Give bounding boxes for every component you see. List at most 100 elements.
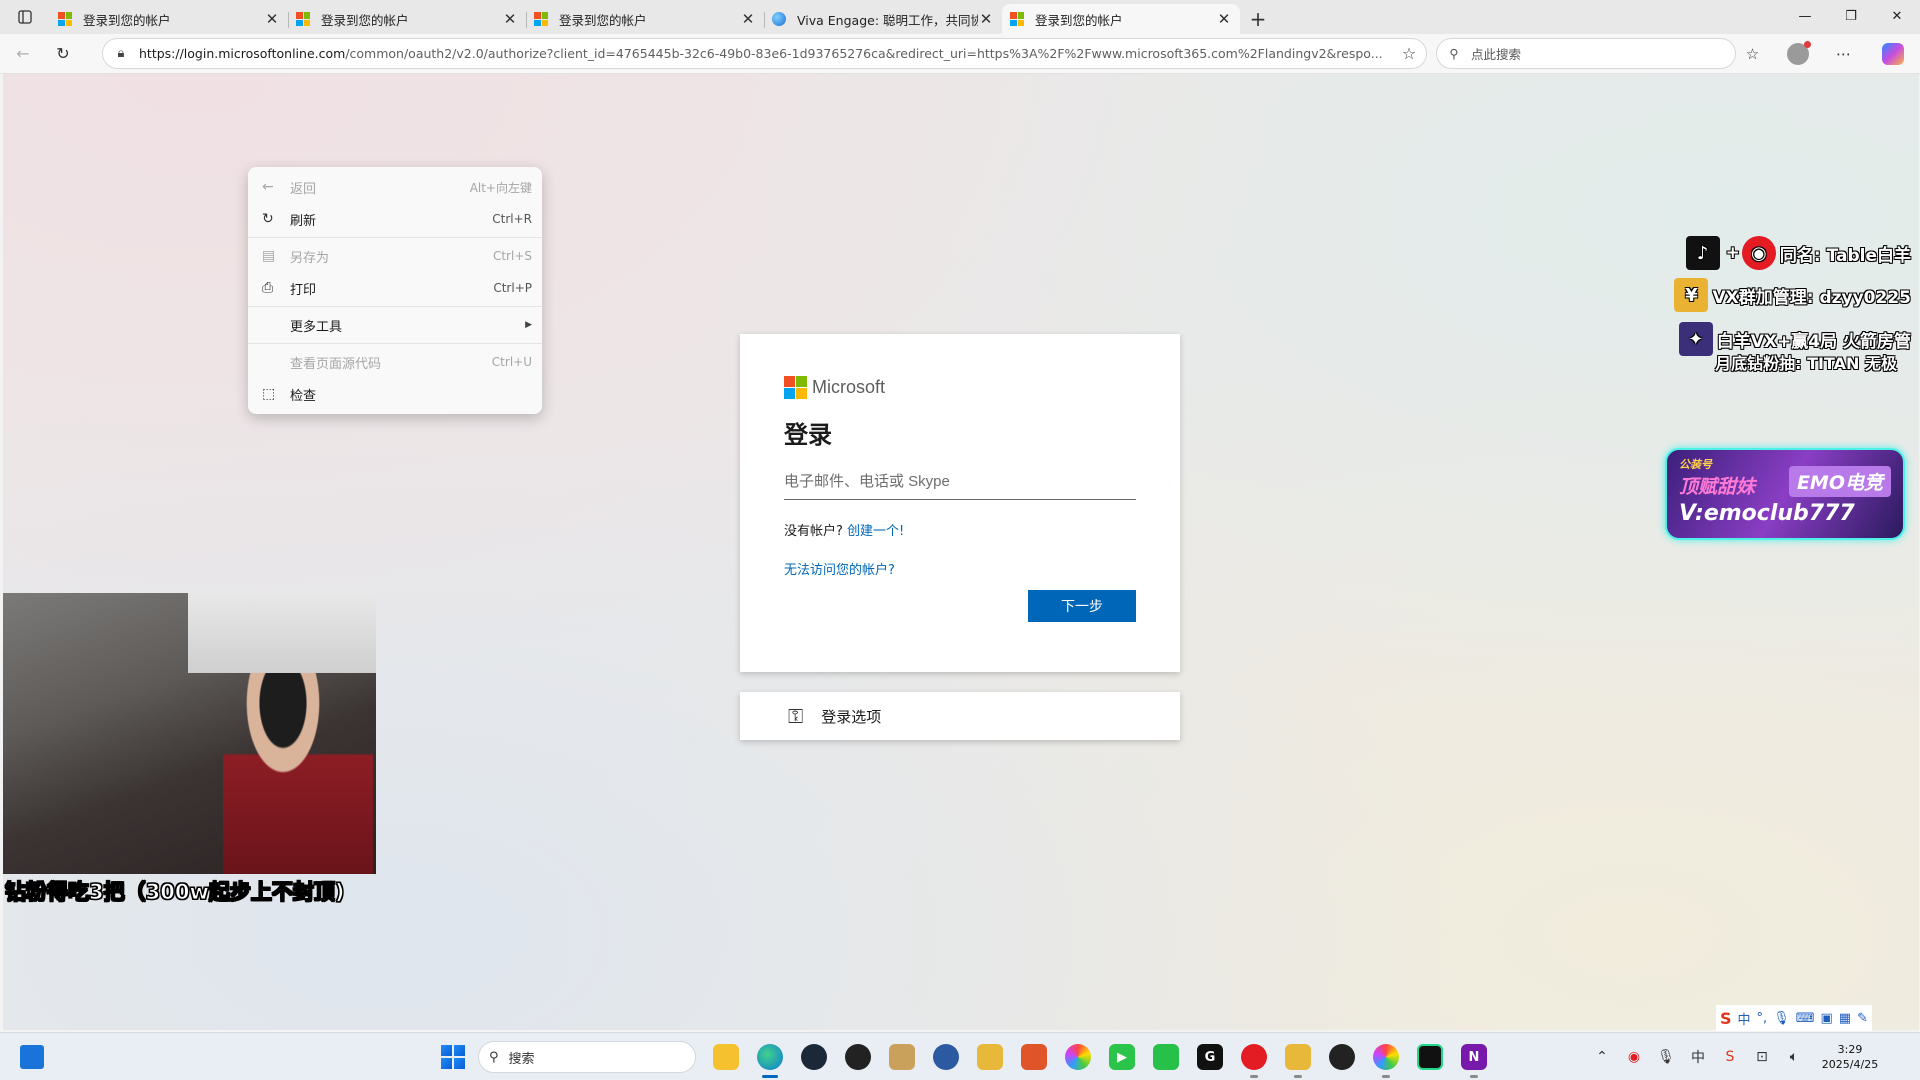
menu-item-refresh[interactable]: ↻ 刷新 Ctrl+R — [248, 203, 542, 235]
browser-tab[interactable]: 登录到您的帐户 ✕ — [526, 4, 764, 34]
microphone-icon[interactable]: 🎙︎ — [1650, 1049, 1682, 1065]
qq-icon[interactable] — [836, 1041, 880, 1073]
context-menu: ← 返回 Alt+向左键 ↻ 刷新 Ctrl+R ▤ 另存为 Ctrl+S ⎙ … — [248, 167, 542, 414]
browser-tab[interactable]: 登录到您的帐户 ✕ — [288, 4, 526, 34]
back-arrow-icon[interactable]: ← — [6, 38, 40, 70]
onenote-icon[interactable]: N — [1452, 1041, 1496, 1078]
login-card: Microsoft 登录 没有帐户? 创建一个! 无法访问您的帐户? 下一步 — [740, 334, 1180, 672]
menu-divider — [248, 306, 542, 307]
edge-icon[interactable] — [748, 1041, 792, 1078]
tab-close-icon[interactable]: ✕ — [978, 10, 994, 28]
profile-avatar-icon[interactable] — [1787, 40, 1811, 65]
menu-item-inspect[interactable]: ⬚ 检查 — [248, 378, 542, 410]
cant-access-link[interactable]: 无法访问您的帐户? — [784, 563, 895, 578]
save-as-icon: ▤ — [262, 248, 276, 264]
toolbar-right: ☆ ⋯ — [1730, 38, 1920, 69]
volume-icon[interactable]: 🔈︎ — [1778, 1049, 1810, 1065]
punctuation-icon[interactable]: °, — [1757, 1011, 1768, 1026]
widgets-icon[interactable] — [20, 1045, 44, 1069]
close-window-icon[interactable]: ✕ — [1874, 0, 1920, 32]
microsoft-logo: Microsoft — [784, 376, 1136, 399]
tab-close-icon[interactable]: ✕ — [264, 10, 280, 28]
lock-app-icon[interactable] — [880, 1041, 924, 1073]
tab-title: 登录到您的帐户 — [83, 12, 171, 28]
browser-tab[interactable]: Viva Engage: 聪明工作，共同协作 ✕ — [764, 4, 1002, 34]
url-text[interactable]: https://login.microsoftonline.com/common… — [139, 46, 1392, 61]
tab-title: Viva Engage: 聪明工作，共同协作 — [797, 12, 978, 28]
menu-item-print[interactable]: ⎙ 打印 Ctrl+P — [248, 272, 542, 304]
emo-esports-banner: 公装号 顶赋甜妹 EMO电竞 V:emoclub777 — [1665, 448, 1905, 540]
sogou-icon[interactable]: S — [1720, 1009, 1732, 1028]
start-button[interactable] — [441, 1045, 465, 1069]
viva-engage-icon — [772, 12, 786, 26]
refresh-icon[interactable]: ↻ — [46, 38, 80, 70]
g-app-icon[interactable]: G — [1188, 1041, 1232, 1073]
sogou-icon[interactable]: S — [1714, 1049, 1746, 1065]
apps-grid-icon[interactable]: ▦ — [1839, 1011, 1851, 1026]
microsoft-icon — [296, 12, 310, 26]
address-bar[interactable]: 🔒︎ https://login.microsoftonline.com/com… — [102, 38, 1427, 69]
netease-music-icon[interactable] — [1232, 1041, 1276, 1078]
menu-item-view-source[interactable]: 查看页面源代码 Ctrl+U — [248, 346, 542, 378]
tab-actions-icon[interactable] — [0, 0, 50, 34]
netease-music-icon[interactable]: ◉ — [1618, 1049, 1650, 1065]
menu-item-back[interactable]: ← 返回 Alt+向左键 — [248, 171, 542, 203]
favorites-icon[interactable]: ☆ — [1730, 45, 1775, 63]
clock[interactable]: 3:29 2025/4/25 — [1810, 1042, 1890, 1072]
chevron-up-icon[interactable]: ⌃ — [1586, 1049, 1618, 1065]
tab-close-icon[interactable]: ✕ — [740, 10, 756, 28]
menu-item-save-as[interactable]: ▤ 另存为 Ctrl+S — [248, 240, 542, 272]
sign-in-options-button[interactable]: ⚿ 登录选项 — [740, 692, 1180, 740]
gift-icon[interactable]: ▣ — [1820, 1011, 1832, 1026]
microsoft-icon — [534, 12, 548, 26]
media-player-icon[interactable]: ▶ — [1100, 1041, 1144, 1073]
tab-title: 登录到您的帐户 — [1035, 12, 1123, 28]
wechat-icon[interactable] — [1144, 1041, 1188, 1073]
more-options-icon[interactable]: ⋯ — [1821, 45, 1866, 63]
language-icon[interactable]: 中 — [1682, 1047, 1714, 1067]
steam-icon[interactable] — [792, 1041, 836, 1073]
browser-toolbar: ← ↻ 🔒︎ https://login.microsoftonline.com… — [0, 34, 1920, 74]
create-account-link[interactable]: 创建一个! — [847, 524, 904, 539]
webcam-feed — [3, 593, 376, 874]
color-wheel-icon[interactable] — [1056, 1041, 1100, 1073]
taskbar-search[interactable]: ⚲ 搜索 — [478, 1041, 696, 1073]
new-tab-button[interactable]: + — [1240, 4, 1276, 34]
lock-icon[interactable]: 🔒︎ — [103, 46, 139, 61]
rocket-app-icon[interactable] — [1012, 1041, 1056, 1073]
next-button[interactable]: 下一步 — [1028, 590, 1136, 622]
microphone-icon[interactable]: 🎙︎ — [1773, 1011, 1790, 1026]
minimize-icon[interactable]: — — [1782, 0, 1828, 32]
no-account-row: 没有帐户? 创建一个! — [784, 524, 905, 539]
skin-icon[interactable]: ✎ — [1857, 1011, 1868, 1026]
window-controls: — ❐ ✕ — [1782, 0, 1920, 32]
tab-close-icon[interactable]: ✕ — [1216, 10, 1232, 28]
taskbar: ⚲ 搜索 ▶ G N ⌃ ◉ 🎙︎ 中 S ⊡ 🔈︎ 3:29 2025/4/2… — [0, 1032, 1920, 1080]
globe-app-icon[interactable] — [924, 1041, 968, 1073]
restore-icon[interactable]: ❐ — [1828, 0, 1874, 32]
tab-title: 登录到您的帐户 — [559, 12, 647, 28]
game-app-icon[interactable] — [968, 1041, 1012, 1073]
favorite-star-icon[interactable]: ☆ — [1392, 44, 1426, 63]
netease-music-icon: ◉ — [1741, 236, 1776, 270]
ime-mode[interactable]: 中 — [1738, 1009, 1751, 1028]
browser-tab[interactable]: 登录到您的帐户 ✕ — [50, 4, 288, 34]
taskbar-apps: ▶ G N — [704, 1041, 1496, 1078]
browser-search-box[interactable]: ⚲ 点此搜索 — [1436, 38, 1736, 69]
file-explorer-icon[interactable] — [704, 1041, 748, 1073]
tab-close-icon[interactable]: ✕ — [502, 10, 518, 28]
browser-tab-active[interactable]: 登录到您的帐户 ✕ — [1002, 4, 1240, 34]
rank-badge-icon: ✦ — [1678, 322, 1713, 356]
menu-item-more-tools[interactable]: 更多工具 ▶ — [248, 309, 542, 341]
tab-title: 登录到您的帐户 — [321, 12, 409, 28]
email-field[interactable] — [784, 464, 1136, 500]
search-placeholder: 点此搜索 — [1471, 47, 1522, 62]
keyboard-icon[interactable]: ⌨ — [1796, 1011, 1815, 1026]
game-app-icon[interactable] — [1276, 1041, 1320, 1078]
network-icon[interactable]: ⊡ — [1746, 1049, 1778, 1065]
pycharm-icon[interactable] — [1408, 1041, 1452, 1073]
obs-icon[interactable] — [1320, 1041, 1364, 1073]
refresh-icon: ↻ — [262, 211, 274, 227]
color-wheel-icon[interactable] — [1364, 1041, 1408, 1078]
copilot-icon[interactable] — [1882, 42, 1904, 65]
